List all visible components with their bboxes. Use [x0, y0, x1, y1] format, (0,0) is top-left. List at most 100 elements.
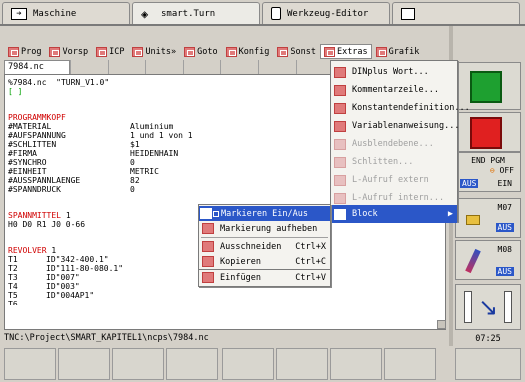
bottom-softkey-8[interactable]: [384, 348, 436, 380]
param-row: #AUSSPANNLAENGE 82: [8, 176, 140, 185]
bottom-softkey-3[interactable]: [112, 348, 164, 380]
coolant-icon: [466, 215, 480, 225]
tab-werkzeug-editor-label: Werkzeug-Editor: [287, 8, 369, 19]
menu-vorsp[interactable]: Vorsp: [45, 44, 92, 59]
status-path: TNC:\Project\SMART_KAPITEL1\ncps\7984.nc: [4, 333, 209, 343]
bottom-softkey-7[interactable]: [330, 348, 382, 380]
header-line: %7984.nc "TURN_V1.0": [8, 78, 110, 87]
menu-item-icon: [334, 102, 346, 114]
param-row: #SYNCHRO 0: [8, 158, 135, 167]
bottom-softkey-1[interactable]: [4, 348, 56, 380]
extras-item-ausblendebene[interactable]: Ausblendebene...: [331, 135, 457, 153]
menu-separator: [201, 237, 328, 238]
red-cycle-icon: [470, 117, 502, 149]
menu-bar: Prog Vorsp ICP Units» Goto Konfig Sonst …: [4, 44, 423, 59]
menu-item-icon: [334, 120, 346, 132]
tab-maschine-label: Maschine: [33, 8, 77, 19]
tool-row: T6ID"00071": [8, 300, 18, 305]
block-item-ausschneiden[interactable]: Ausschneiden Ctrl+X: [199, 239, 330, 254]
softkey-m07[interactable]: M07 AUS: [455, 198, 521, 238]
menu-goto[interactable]: Goto: [180, 44, 221, 59]
off-label: ⊖ OFF: [489, 166, 514, 175]
bottom-softkey-9[interactable]: [455, 348, 521, 380]
extras-item-l-aufruf-extern[interactable]: L-Aufruf extern: [331, 171, 457, 189]
menu-item-icon: [202, 272, 214, 283]
spann-line: H0 D0 R1 J0 0-66: [8, 220, 86, 229]
menu-icon: [277, 46, 289, 57]
menu-item-icon: [334, 66, 346, 78]
section-spannmittel: SPANNMITTEL 1: [8, 211, 71, 220]
tool-row: T1 ID"342-400.1": [8, 255, 109, 264]
menu-icp[interactable]: ICP: [92, 44, 128, 59]
block-submenu: Markieren Ein/Aus Markierung aufheben Au…: [198, 204, 331, 270]
menu-item-icon: [202, 223, 214, 234]
slider-icon: [464, 291, 472, 323]
menu-icon: [375, 46, 387, 57]
section-revolver: REVOLVER 1: [8, 246, 57, 255]
menu-icon: [184, 46, 196, 57]
menu-icon: [96, 46, 108, 57]
menu-sonst[interactable]: Sonst: [273, 44, 320, 59]
softkey-cursor-move[interactable]: ↘: [455, 284, 521, 330]
softkey-red-cycle[interactable]: [455, 112, 521, 152]
softkey-m08[interactable]: M08 AUS: [455, 240, 521, 280]
extras-item-konstanten[interactable]: Konstantendefinition...: [331, 99, 470, 117]
tab-smart-turn[interactable]: ◈ smart.Turn: [132, 2, 260, 24]
block-item-kopieren[interactable]: Kopieren Ctrl+C: [199, 254, 330, 269]
tool-row: T2 ID"111-80-080.1": [8, 264, 124, 273]
menu-item-icon: [334, 156, 346, 168]
block-item-markierung-aufheben[interactable]: Markierung aufheben: [199, 221, 330, 236]
menu-icon: [132, 46, 144, 57]
bottom-softkey-2[interactable]: [58, 348, 110, 380]
green-cycle-icon: [470, 71, 502, 103]
param-row: #MATERIAL Aluminium: [8, 122, 174, 131]
menu-icon: [323, 46, 335, 57]
bottom-softkey-4[interactable]: [166, 348, 218, 380]
block-item-markieren[interactable]: Markieren Ein/Aus: [199, 206, 330, 221]
tab-werkzeug-editor[interactable]: Werkzeug-Editor: [262, 2, 390, 24]
slider-icon: [504, 291, 512, 323]
extras-menu: DINplus Wort... Kommentarzeile... Konsta…: [330, 60, 470, 223]
param-row: #EINHEIT METRIC: [8, 167, 159, 176]
extras-item-variablen[interactable]: Variablenanweisung...: [331, 117, 459, 135]
extras-item-dinplus[interactable]: DINplus Wort...: [331, 63, 457, 81]
block-item-einfuegen[interactable]: Einfügen Ctrl+V: [199, 270, 330, 285]
scroll-corner-button[interactable]: [437, 320, 446, 329]
menu-item-icon: [202, 241, 214, 252]
m07-label: M07: [497, 203, 512, 212]
softkey-end-pgm[interactable]: END PGM ⊖ OFF AUS EIN: [455, 152, 521, 192]
tab-maschine[interactable]: ➔ Maschine: [2, 2, 130, 24]
param-row: #AUFSPANNUNG 1 und 1 von 1: [8, 131, 193, 140]
diamond-arrow-icon: ◈: [141, 6, 149, 21]
menu-item-icon: [334, 208, 346, 220]
aus-m07-label: AUS: [495, 223, 514, 232]
menu-item-icon: [334, 192, 346, 204]
extras-item-block[interactable]: Block ▶: [331, 205, 457, 223]
param-row: #FIRMA HEIDENHAIN: [8, 149, 179, 158]
submenu-arrow-icon: ▶: [447, 209, 453, 219]
menu-icon: [225, 46, 237, 57]
bottom-softkey-6[interactable]: [276, 348, 328, 380]
menu-prog[interactable]: Prog: [4, 44, 45, 59]
menu-extras[interactable]: Extras: [319, 44, 372, 59]
brackets-line: [ ]: [8, 87, 23, 96]
menu-grafik[interactable]: Grafik: [372, 44, 424, 59]
extras-item-kommentar[interactable]: Kommentarzeile...: [331, 81, 457, 99]
menu-item-icon: [200, 208, 212, 219]
bottom-softkey-5[interactable]: [222, 348, 274, 380]
pen-icon: [465, 248, 481, 274]
menu-units[interactable]: Units»: [128, 44, 180, 59]
tab-underline: [0, 24, 525, 26]
menu-konfig[interactable]: Konfig: [222, 44, 274, 59]
ein-label: EIN: [497, 179, 512, 188]
file-tab[interactable]: 7984.nc: [4, 60, 70, 74]
tool-row: T3 ID"007": [8, 273, 80, 282]
diagonal-arrow-icon: ↘: [478, 293, 499, 321]
menu-item-icon: [334, 174, 346, 186]
arrow-right-icon: ➔: [11, 7, 27, 20]
param-row: #SCHLITTEN $1: [8, 140, 140, 149]
tab-save[interactable]: [392, 2, 520, 24]
extras-item-schlitten[interactable]: Schlitten...: [331, 153, 457, 171]
disk-icon: [401, 7, 415, 20]
aus-m08-label: AUS: [495, 267, 514, 276]
